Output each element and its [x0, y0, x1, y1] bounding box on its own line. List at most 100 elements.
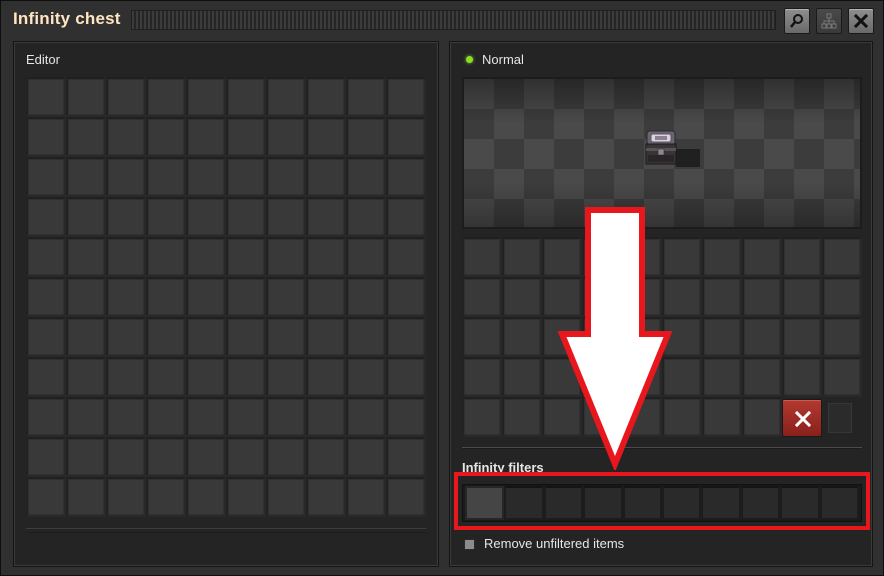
inventory-slot[interactable] — [266, 357, 306, 397]
inventory-slot[interactable] — [742, 317, 782, 357]
inventory-slot[interactable] — [66, 277, 106, 317]
inventory-slot[interactable] — [266, 477, 306, 517]
inventory-slot[interactable] — [66, 397, 106, 437]
inventory-slot[interactable] — [386, 197, 426, 237]
inventory-slot[interactable] — [386, 117, 426, 157]
inventory-slot[interactable] — [462, 277, 502, 317]
inventory-slot[interactable] — [346, 477, 386, 517]
inventory-slot[interactable] — [226, 117, 266, 157]
inventory-slot[interactable] — [66, 357, 106, 397]
inventory-slot[interactable] — [66, 237, 106, 277]
inventory-slot[interactable] — [306, 197, 346, 237]
inventory-slot[interactable] — [306, 277, 346, 317]
inventory-slot[interactable] — [266, 197, 306, 237]
inventory-slot[interactable] — [106, 477, 146, 517]
inventory-slot[interactable] — [186, 477, 226, 517]
inventory-slot[interactable] — [26, 237, 66, 277]
inventory-slot[interactable] — [306, 397, 346, 437]
inventory-slot[interactable] — [502, 277, 542, 317]
inventory-slot[interactable] — [106, 77, 146, 117]
inventory-slot[interactable] — [26, 77, 66, 117]
inventory-slot[interactable] — [226, 397, 266, 437]
inventory-slot[interactable] — [702, 277, 742, 317]
inventory-slot[interactable] — [346, 357, 386, 397]
inventory-slot[interactable] — [186, 317, 226, 357]
inventory-slot[interactable] — [26, 397, 66, 437]
inventory-slot[interactable] — [702, 237, 742, 277]
inventory-slot[interactable] — [266, 277, 306, 317]
inventory-slot[interactable] — [266, 157, 306, 197]
inventory-slot[interactable] — [26, 357, 66, 397]
drag-handle[interactable] — [131, 10, 776, 30]
inventory-slot[interactable] — [66, 437, 106, 477]
inventory-slot[interactable] — [226, 157, 266, 197]
inventory-slot[interactable] — [146, 357, 186, 397]
inventory-slot[interactable] — [226, 357, 266, 397]
inventory-slot[interactable] — [782, 277, 822, 317]
inventory-slot[interactable] — [66, 477, 106, 517]
inventory-slot[interactable] — [346, 317, 386, 357]
inventory-slot[interactable] — [502, 317, 542, 357]
inventory-slot[interactable] — [306, 437, 346, 477]
inventory-slot[interactable] — [26, 477, 66, 517]
inventory-slot[interactable] — [346, 77, 386, 117]
inventory-slot[interactable] — [306, 117, 346, 157]
inventory-slot[interactable] — [462, 237, 502, 277]
inventory-slot[interactable] — [66, 197, 106, 237]
inventory-slot[interactable] — [266, 437, 306, 477]
inventory-slot[interactable] — [186, 77, 226, 117]
inventory-slot[interactable] — [702, 357, 742, 397]
inventory-slot[interactable] — [146, 437, 186, 477]
inventory-slot[interactable] — [346, 277, 386, 317]
remove-unfiltered-checkbox[interactable] — [464, 539, 475, 550]
inventory-slot[interactable] — [226, 437, 266, 477]
inventory-slot[interactable] — [386, 477, 426, 517]
inventory-slot[interactable] — [226, 317, 266, 357]
inventory-slot[interactable] — [146, 397, 186, 437]
inventory-slot[interactable] — [226, 77, 266, 117]
inventory-slot[interactable] — [26, 117, 66, 157]
inventory-slot[interactable] — [346, 237, 386, 277]
inventory-slot[interactable] — [106, 317, 146, 357]
inventory-slot[interactable] — [146, 277, 186, 317]
inventory-slot[interactable] — [462, 317, 502, 357]
inventory-slot[interactable] — [346, 157, 386, 197]
inventory-slot[interactable] — [26, 437, 66, 477]
inventory-slot[interactable] — [146, 477, 186, 517]
inventory-slot[interactable] — [782, 317, 822, 357]
inventory-slot[interactable] — [306, 357, 346, 397]
inventory-slot[interactable] — [782, 357, 822, 397]
inventory-slot[interactable] — [306, 317, 346, 357]
inventory-slot[interactable] — [146, 157, 186, 197]
inventory-slot[interactable] — [146, 117, 186, 157]
inventory-slot[interactable] — [226, 197, 266, 237]
close-button[interactable] — [848, 8, 874, 34]
inventory-slot[interactable] — [106, 357, 146, 397]
inventory-slot[interactable] — [186, 357, 226, 397]
inventory-slot[interactable] — [26, 197, 66, 237]
inventory-slot[interactable] — [226, 277, 266, 317]
circuit-network-button[interactable] — [816, 8, 842, 34]
inventory-slot[interactable] — [266, 397, 306, 437]
inventory-slot[interactable] — [386, 397, 426, 437]
inventory-slot[interactable] — [186, 157, 226, 197]
inventory-slot[interactable] — [702, 317, 742, 357]
inventory-slot[interactable] — [226, 237, 266, 277]
inventory-slot[interactable] — [226, 477, 266, 517]
inventory-slot[interactable] — [66, 117, 106, 157]
inventory-slot[interactable] — [266, 317, 306, 357]
inventory-slot[interactable] — [186, 237, 226, 277]
inventory-slot[interactable] — [386, 357, 426, 397]
inventory-slot[interactable] — [186, 397, 226, 437]
inventory-slot[interactable] — [742, 237, 782, 277]
inventory-slot[interactable] — [66, 77, 106, 117]
inventory-slot[interactable] — [26, 157, 66, 197]
inventory-slot[interactable] — [346, 117, 386, 157]
inventory-slot[interactable] — [462, 357, 502, 397]
inventory-slot[interactable] — [66, 317, 106, 357]
inventory-slot[interactable] — [502, 237, 542, 277]
inventory-slot[interactable] — [346, 197, 386, 237]
inventory-slot[interactable] — [266, 237, 306, 277]
inventory-slot[interactable] — [462, 397, 502, 437]
inventory-slot[interactable] — [742, 397, 782, 437]
